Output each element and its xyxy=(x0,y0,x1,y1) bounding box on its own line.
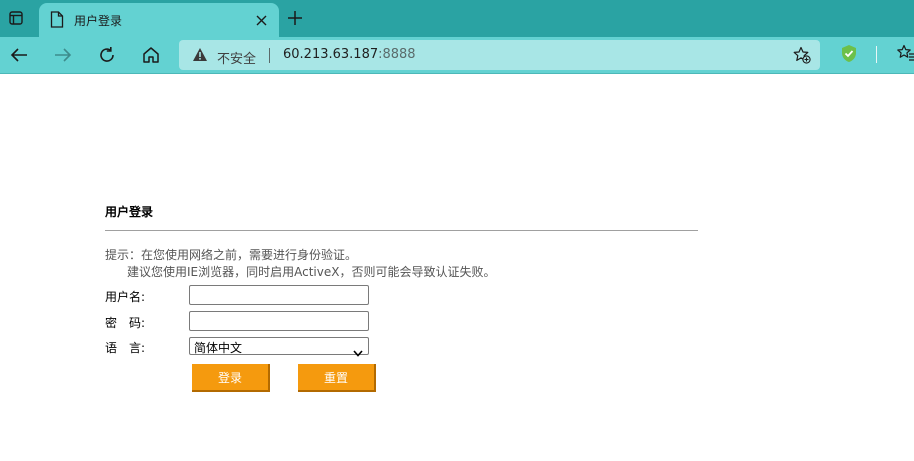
hint-line-2: 建议您使用IE浏览器，同时启用ActiveX，否则可能会导致认证失败。 xyxy=(127,265,496,279)
forward-arrow-icon[interactable] xyxy=(49,41,77,69)
chevron-down-icon xyxy=(353,342,363,361)
username-label: 用户名: xyxy=(105,290,146,304)
reset-button[interactable]: 重置 xyxy=(298,364,376,392)
url-host: 60.213.63.187 xyxy=(283,47,379,62)
document-icon xyxy=(50,11,64,32)
login-button[interactable]: 登录 xyxy=(192,364,270,392)
warning-icon[interactable] xyxy=(192,47,208,66)
security-label[interactable]: 不安全 xyxy=(217,48,256,67)
page-title: 用户登录 xyxy=(105,205,154,219)
back-arrow-icon[interactable] xyxy=(5,41,33,69)
star-add-icon[interactable] xyxy=(793,46,811,68)
shield-check-icon[interactable] xyxy=(840,44,858,67)
password-label: 密 码: xyxy=(105,316,146,330)
window-icon[interactable] xyxy=(6,8,26,28)
tab-title: 用户登录 xyxy=(74,14,123,28)
url-text[interactable]: 60.213.63.187:8888 xyxy=(283,47,416,62)
language-selected: 简体中文 xyxy=(194,341,243,355)
favorites-icon[interactable] xyxy=(897,44,914,66)
address-separator xyxy=(269,48,270,63)
password-input[interactable] xyxy=(189,311,369,331)
browser-toolbar: 不安全 60.213.63.187:8888 xyxy=(0,37,914,74)
hint-line-1: 提示：在您使用网络之前，需要进行身份验证。 xyxy=(105,248,358,262)
address-bar[interactable]: 不安全 60.213.63.187:8888 xyxy=(179,40,820,70)
plus-icon[interactable] xyxy=(285,8,305,28)
browser-tab-bar: 用户登录 xyxy=(0,0,914,37)
url-port: :8888 xyxy=(378,47,416,62)
username-input[interactable] xyxy=(189,285,369,305)
divider xyxy=(105,230,698,231)
refresh-icon[interactable] xyxy=(93,41,121,69)
language-select[interactable]: 简体中文 xyxy=(189,337,369,357)
toolbar-divider xyxy=(876,46,877,63)
language-label: 语 言: xyxy=(105,341,146,355)
home-icon[interactable] xyxy=(137,41,165,69)
browser-tab[interactable]: 用户登录 xyxy=(39,3,279,37)
close-icon[interactable] xyxy=(253,12,269,28)
